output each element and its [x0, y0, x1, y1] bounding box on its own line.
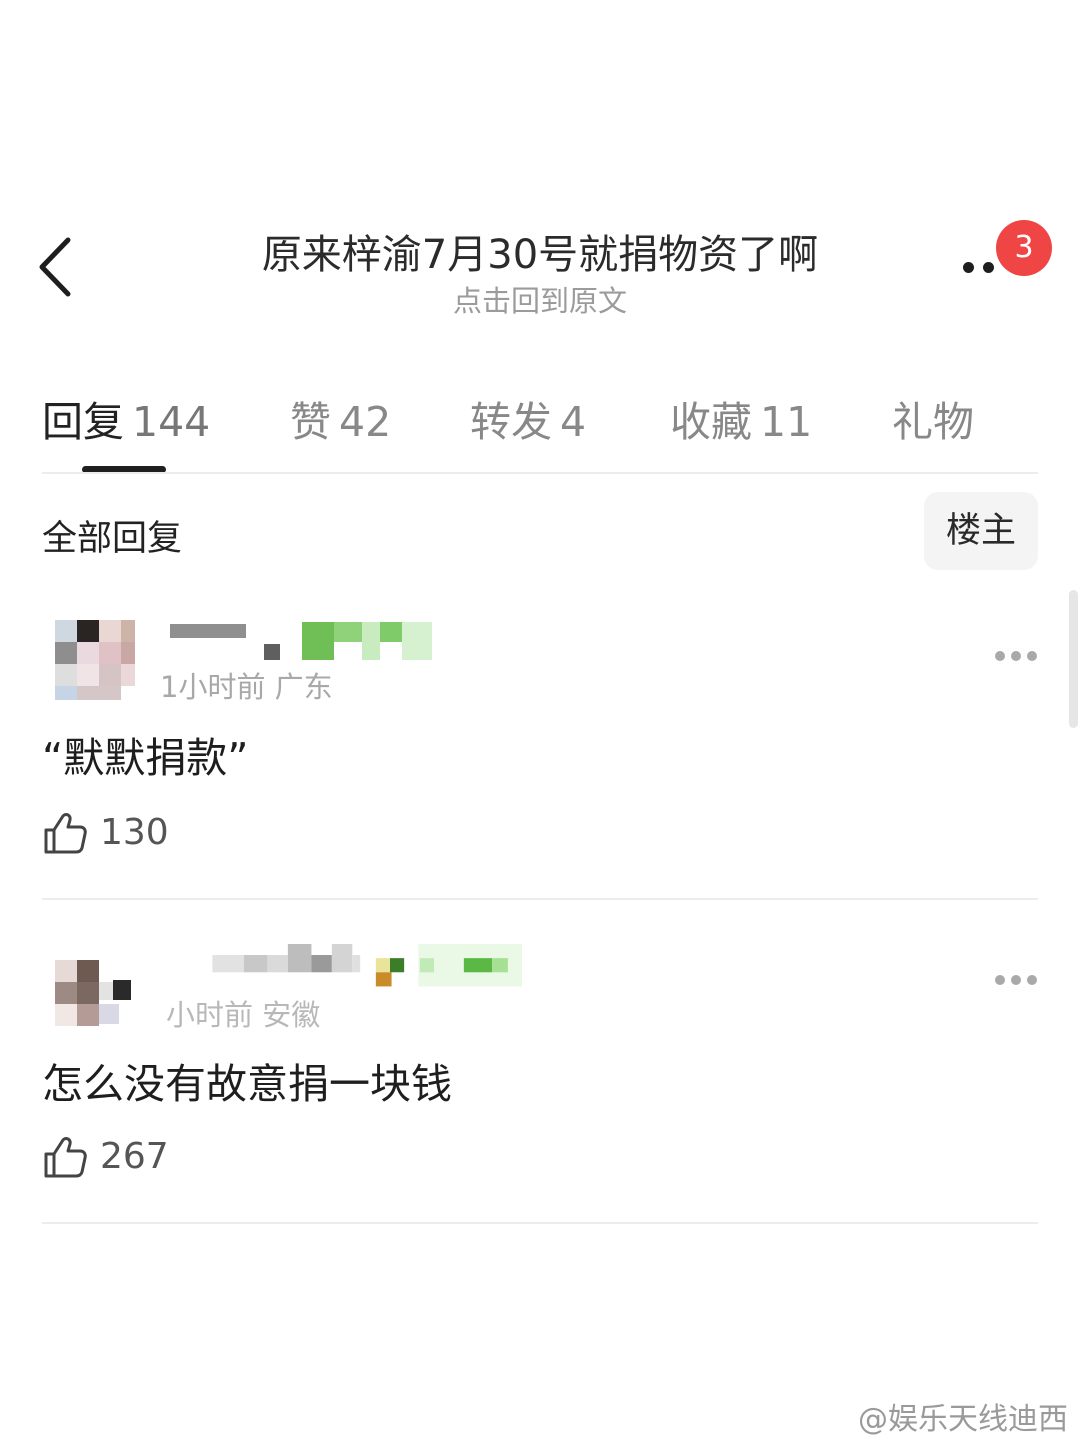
- tab-gifts[interactable]: 礼物: [892, 388, 974, 446]
- comment-divider: [42, 898, 1038, 900]
- username-redacted[interactable]: [168, 944, 568, 988]
- like-count: 267: [100, 1136, 169, 1177]
- comment-meta: 小时前 安徽: [166, 998, 321, 1032]
- ellipsis-icon-dot: [1011, 651, 1021, 661]
- pixelated-username: [212, 944, 522, 987]
- tab-favorites[interactable]: 收藏 11: [670, 388, 813, 446]
- back-to-original-link[interactable]: 点击回到原文: [0, 278, 1080, 320]
- pixelated-username: [170, 622, 432, 660]
- ellipsis-icon: [995, 975, 1005, 985]
- ellipsis-icon-dot: [1011, 975, 1021, 985]
- comment-meta: 1小时前 广东: [160, 670, 333, 704]
- all-replies-heading: 全部回复: [42, 519, 183, 559]
- avatar[interactable]: [55, 940, 145, 1030]
- tab-label: 转发: [470, 398, 552, 446]
- ellipsis-icon-dot: [1027, 651, 1037, 661]
- weibo-watermark: @娱乐天线迪西: [858, 1402, 1068, 1437]
- comment-divider: [42, 1222, 1038, 1224]
- like-button[interactable]: [42, 1134, 88, 1180]
- tab-label: 回复: [42, 398, 124, 446]
- tab-label: 收藏: [670, 398, 752, 446]
- tab-reposts[interactable]: 转发 4: [470, 388, 587, 446]
- like-button[interactable]: [42, 810, 88, 856]
- tab-likes[interactable]: 赞 42: [290, 388, 392, 446]
- comment-text: 怎么没有故意捐一块钱: [42, 1060, 452, 1108]
- like-count: 130: [100, 812, 169, 853]
- thumbs-up-icon: [44, 1137, 87, 1178]
- tab-count: 42: [339, 398, 392, 446]
- tab-label: 赞: [290, 398, 331, 446]
- tab-divider: [42, 472, 1038, 474]
- notification-badge: 3: [996, 220, 1052, 276]
- avatar[interactable]: [55, 612, 145, 702]
- post-title: 原来梓渝7月30号就捐物资了啊: [261, 232, 819, 278]
- comment-more-button[interactable]: [995, 972, 1039, 988]
- more-dots-icon-dot: [983, 262, 994, 273]
- ellipsis-icon: [995, 651, 1005, 661]
- tab-replies[interactable]: 回复 144: [42, 388, 211, 446]
- comment-text: “默默捐款”: [42, 734, 249, 782]
- thumbs-up-icon: [44, 813, 87, 854]
- scrollbar[interactable]: [1069, 590, 1078, 728]
- tab-count: 11: [760, 398, 813, 446]
- tab-count: 144: [132, 398, 211, 446]
- username-redacted[interactable]: [168, 620, 436, 664]
- pixelated-avatar-image: [55, 612, 145, 702]
- tab-label: 礼物: [892, 398, 974, 446]
- tab-count: 4: [560, 398, 587, 446]
- comment-more-button[interactable]: [995, 648, 1039, 664]
- pixelated-avatar-image: [55, 940, 145, 1030]
- ellipsis-icon-dot: [1027, 975, 1037, 985]
- more-dots-icon: [963, 262, 974, 273]
- op-only-filter-button[interactable]: 楼主: [924, 492, 1038, 570]
